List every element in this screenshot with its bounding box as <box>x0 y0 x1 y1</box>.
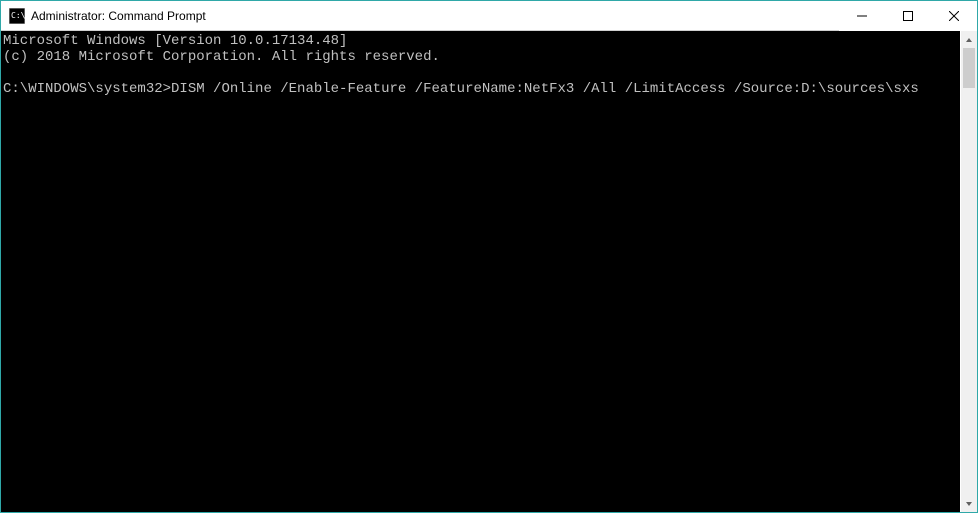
terminal-command: DISM /Online /Enable-Feature /FeatureNam… <box>171 81 919 97</box>
terminal-line: (c) 2018 Microsoft Corporation. All righ… <box>3 49 440 65</box>
svg-text:C:\: C:\ <box>11 11 25 20</box>
maximize-button[interactable] <box>885 1 931 31</box>
window-controls <box>839 1 977 30</box>
vertical-scrollbar[interactable] <box>960 31 977 512</box>
terminal-prompt: C:\WINDOWS\system32> <box>3 81 171 97</box>
scroll-thumb[interactable] <box>963 48 975 88</box>
cmd-icon: C:\ <box>9 8 25 24</box>
titlebar[interactable]: C:\ Administrator: Command Prompt <box>1 1 977 31</box>
client-area: Microsoft Windows [Version 10.0.17134.48… <box>1 31 977 512</box>
close-button[interactable] <box>931 1 977 31</box>
scroll-track[interactable] <box>961 48 977 495</box>
terminal-prompt-line: C:\WINDOWS\system32>DISM /Online /Enable… <box>3 81 919 97</box>
terminal-output[interactable]: Microsoft Windows [Version 10.0.17134.48… <box>1 31 960 512</box>
minimize-button[interactable] <box>839 1 885 31</box>
window-title: Administrator: Command Prompt <box>31 9 206 23</box>
scroll-down-arrow-icon[interactable] <box>961 495 977 512</box>
command-prompt-window: C:\ Administrator: Command Prompt Micros… <box>0 0 978 513</box>
scroll-up-arrow-icon[interactable] <box>961 31 977 48</box>
terminal-line: Microsoft Windows [Version 10.0.17134.48… <box>3 33 347 49</box>
